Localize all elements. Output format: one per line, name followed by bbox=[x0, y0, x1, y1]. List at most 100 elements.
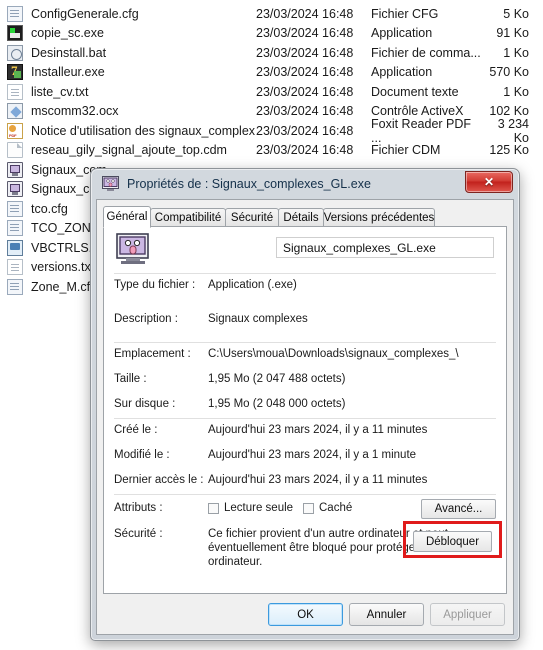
location-row: Taille : 1,95 Mo (2 047 488 octets) bbox=[104, 368, 506, 393]
file-type: Application bbox=[371, 26, 433, 41]
date-label: Dernier accès le : bbox=[114, 474, 204, 486]
file-size: 125 Ko bbox=[489, 143, 529, 158]
hidden-label: Caché bbox=[319, 502, 353, 514]
tab-d-tails[interactable]: Détails bbox=[278, 208, 324, 227]
file-date: 23/03/2024 16:48 bbox=[256, 84, 354, 99]
monitor-app-icon bbox=[116, 233, 150, 266]
date-row: Modifié le : Aujourd'hui 23 mars 2024, il… bbox=[104, 444, 506, 469]
dialog-body: Général Compatibilité Sécurité Détails Versi… bbox=[96, 199, 514, 635]
file-date: 23/03/2024 16:48 bbox=[256, 123, 354, 138]
read-only-checkbox[interactable]: Lecture seule bbox=[208, 502, 293, 514]
tab-bar: Général Compatibilité Sécurité Détails Versi… bbox=[103, 206, 507, 228]
date-row: Dernier accès le : Aujourd'hui 23 mars 20… bbox=[104, 469, 506, 494]
location-label: Taille : bbox=[114, 373, 147, 385]
checkbox-box bbox=[208, 502, 219, 514]
hidden-checkbox[interactable]: Caché bbox=[303, 502, 352, 514]
read-only-label: Lecture seule bbox=[224, 502, 294, 514]
file-row[interactable]: reseau_gily_signal_ajoute_top.cdm 23/03/2… bbox=[0, 141, 543, 161]
file-name: Desinstall.bat bbox=[31, 45, 107, 60]
file-type-row: Description : Signaux complexes bbox=[104, 308, 506, 342]
file-name: ConfigGenerale.cfg bbox=[31, 6, 139, 21]
file-type-value: Signaux complexes bbox=[208, 313, 308, 325]
text-document-icon bbox=[7, 83, 23, 100]
security-label: Sécurité : bbox=[114, 528, 163, 540]
application-icon bbox=[7, 25, 23, 42]
footer-buttons: OK Annuler Appliquer bbox=[268, 603, 505, 626]
file-row[interactable]: liste_cv.txt 23/03/2024 16:48 Document tex… bbox=[0, 82, 543, 102]
attributes-row: Attributs : Lecture seule Caché Avancé..… bbox=[104, 495, 506, 523]
file-name: Installeur.exe bbox=[31, 65, 105, 80]
file-name-field[interactable]: Signaux_complexes_GL.exe bbox=[276, 237, 494, 258]
file-row[interactable]: Installeur.exe 23/03/2024 16:48 Applicatio… bbox=[0, 63, 543, 83]
file-type: Document texte bbox=[371, 84, 459, 99]
location-value: C:\Users\moua\Downloads\signaux_complexe… bbox=[208, 348, 459, 360]
cdm-file-icon bbox=[7, 142, 23, 159]
activex-control-icon bbox=[7, 103, 23, 120]
file-type: Application bbox=[371, 65, 433, 80]
cfg-file-icon bbox=[7, 200, 23, 217]
tab-versions-pr-c-dentes[interactable]: Versions précédentes bbox=[323, 208, 435, 227]
monitor-app-icon bbox=[7, 161, 23, 178]
attributes-label: Attributs : bbox=[114, 502, 163, 514]
file-type-section: Type du fichier : Application (.exe) Descr… bbox=[104, 274, 506, 342]
cfg-file-icon bbox=[7, 278, 23, 295]
file-row[interactable]: Desinstall.bat 23/03/2024 16:48 Fichier de… bbox=[0, 43, 543, 63]
file-date: 23/03/2024 16:48 bbox=[256, 26, 354, 41]
tab-panel-general: Signaux_complexes_GL.exe Type du fichier… bbox=[103, 226, 507, 594]
dialog-title: Propriétés de : Signaux_complexes_GL.exe bbox=[127, 177, 371, 191]
location-label: Emplacement : bbox=[114, 348, 191, 360]
tab-s-curit[interactable]: Sécurité bbox=[225, 208, 279, 227]
monitor-app-icon bbox=[102, 176, 119, 192]
dialog-titlebar[interactable]: Propriétés de : Signaux_complexes_GL.exe… bbox=[91, 169, 519, 201]
file-row[interactable]: Notice d'utilisation des signaux_complex… bbox=[0, 117, 543, 145]
sevenzip-archive-icon bbox=[7, 63, 23, 81]
file-type-label: Type du fichier : bbox=[114, 279, 196, 291]
tab-g-n-ral[interactable]: Général bbox=[103, 206, 151, 228]
file-row[interactable]: ConfigGenerale.cfg 23/03/2024 16:48 Fichie… bbox=[0, 4, 543, 24]
location-value: 1,95 Mo (2 048 000 octets) bbox=[208, 398, 346, 410]
location-value: 1,95 Mo (2 047 488 octets) bbox=[208, 373, 346, 385]
date-label: Créé le : bbox=[114, 424, 158, 436]
file-type: Fichier CFG bbox=[371, 6, 439, 21]
apply-button[interactable]: Appliquer bbox=[430, 603, 505, 626]
cancel-button[interactable]: Annuler bbox=[349, 603, 424, 626]
file-name: copie_sc.exe bbox=[31, 26, 104, 41]
file-date: 23/03/2024 16:48 bbox=[256, 6, 354, 21]
date-row: Créé le : Aujourd'hui 23 mars 2024, il y … bbox=[104, 419, 506, 444]
file-size: 1 Ko bbox=[503, 45, 529, 60]
file-size: 570 Ko bbox=[489, 65, 529, 80]
file-row[interactable]: copie_sc.exe 23/03/2024 16:48 Application 9… bbox=[0, 24, 543, 44]
file-name: liste_cv.txt bbox=[31, 84, 89, 99]
file-name: mscomm32.ocx bbox=[31, 104, 119, 119]
tab-compatibilit[interactable]: Compatibilité bbox=[150, 208, 226, 227]
file-name: reseau_gily_signal_ajoute_top.cdm bbox=[31, 143, 227, 158]
file-type-label: Description : bbox=[114, 313, 178, 325]
advanced-button[interactable]: Avancé... bbox=[421, 499, 496, 519]
batch-file-icon bbox=[7, 44, 23, 61]
file-header: Signaux_complexes_GL.exe bbox=[104, 227, 506, 273]
close-icon[interactable]: ✕ bbox=[465, 171, 513, 193]
security-row: Sécurité : Ce fichier provient d'un autr… bbox=[104, 521, 506, 568]
file-size: 91 Ko bbox=[496, 26, 529, 41]
date-value: Aujourd'hui 23 mars 2024, il y a 11 minu… bbox=[208, 474, 428, 486]
date-label: Modifié le : bbox=[114, 449, 170, 461]
text-document-icon bbox=[7, 259, 23, 276]
file-size: 5 Ko bbox=[503, 6, 529, 21]
properties-dialog[interactable]: Propriétés de : Signaux_complexes_GL.exe… bbox=[90, 168, 520, 641]
unblock-button[interactable]: Débloquer bbox=[413, 531, 492, 552]
ok-button[interactable]: OK bbox=[268, 603, 343, 626]
file-type-value: Application (.exe) bbox=[208, 279, 297, 291]
location-section: Emplacement : C:\Users\moua\Downloads\sig… bbox=[104, 343, 506, 418]
file-type: Fichier de comma... bbox=[371, 45, 481, 60]
cfg-file-icon bbox=[7, 220, 23, 237]
checkbox-box bbox=[303, 502, 314, 514]
file-date: 23/03/2024 16:48 bbox=[256, 143, 354, 158]
date-value: Aujourd'hui 23 mars 2024, il y a 1 minut… bbox=[208, 449, 417, 461]
location-label: Sur disque : bbox=[114, 398, 176, 410]
file-name: Notice d'utilisation des signaux_complex… bbox=[31, 123, 256, 138]
dates-section: Créé le : Aujourd'hui 23 mars 2024, il y … bbox=[104, 419, 506, 494]
pdf-document-icon bbox=[7, 122, 23, 139]
registry-file-icon bbox=[7, 239, 23, 256]
location-row: Emplacement : C:\Users\moua\Downloads\sig… bbox=[104, 343, 506, 368]
date-value: Aujourd'hui 23 mars 2024, il y a 11 minu… bbox=[208, 424, 428, 436]
